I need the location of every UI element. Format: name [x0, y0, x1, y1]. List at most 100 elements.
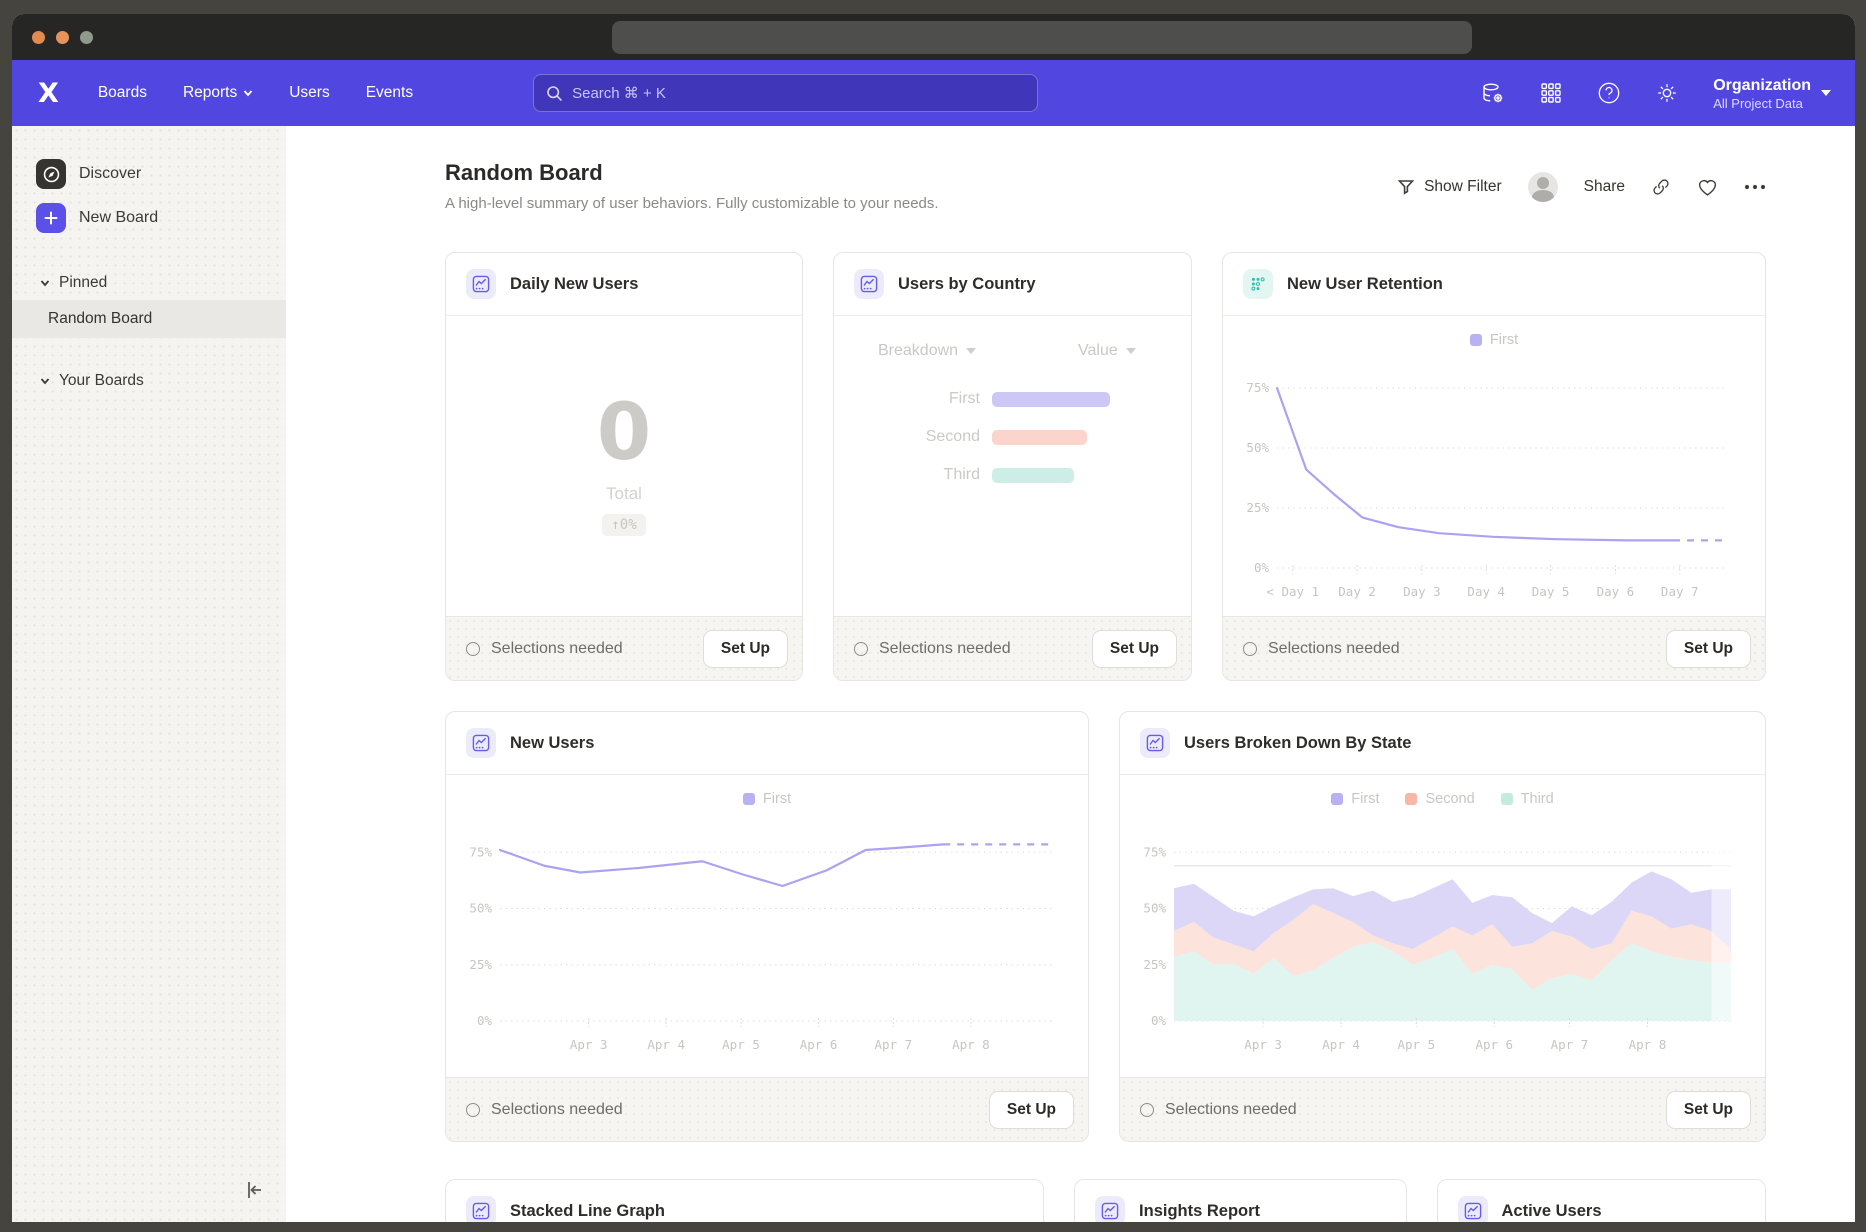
set-up-button[interactable]: Set Up — [989, 1091, 1074, 1129]
sidebar-section-pinned[interactable]: Pinned — [12, 266, 286, 300]
search-input[interactable]: Search ⌘ + K — [533, 74, 1038, 112]
svg-text:25%: 25% — [1246, 500, 1269, 515]
card-title: Active Users — [1502, 1202, 1602, 1221]
set-up-button[interactable]: Set Up — [1666, 1091, 1751, 1129]
link-icon — [1651, 177, 1671, 197]
card-title: Users Broken Down By State — [1184, 734, 1411, 753]
chevron-down-icon — [243, 88, 253, 98]
card-title: Stacked Line Graph — [510, 1202, 665, 1221]
status-circle-icon — [466, 642, 480, 656]
status-text: Selections needed — [491, 1101, 623, 1119]
org-switcher[interactable]: Organization All Project Data — [1713, 76, 1831, 111]
card-title: Users by Country — [898, 275, 1036, 294]
metric-value: 0 — [446, 388, 802, 478]
chart-legend: First — [1223, 316, 1765, 348]
sidebar: Discover New Board Pinned Random Board Y… — [12, 126, 286, 1222]
filter-icon — [1397, 178, 1415, 196]
line-chart-icon — [466, 728, 496, 758]
country-bar-row: Third — [834, 466, 1191, 484]
copy-link-button[interactable] — [1651, 177, 1671, 197]
plus-icon — [36, 203, 66, 233]
chevron-down-icon — [40, 376, 50, 386]
ellipsis-icon — [1744, 184, 1766, 190]
svg-text:< Day 1: < Day 1 — [1266, 584, 1319, 599]
svg-text:Apr 6: Apr 6 — [1475, 1037, 1513, 1052]
status-text: Selections needed — [1268, 640, 1400, 658]
card-active-users: Active Users — [1437, 1179, 1766, 1222]
page-title: Random Board — [445, 160, 939, 186]
chart-legend: First — [446, 775, 1088, 807]
mixpanel-logo[interactable]: X — [38, 78, 58, 109]
svg-text:25%: 25% — [469, 957, 492, 972]
metric-label: Total — [446, 484, 802, 504]
org-name: Organization — [1713, 76, 1811, 96]
show-filter-button[interactable]: Show Filter — [1397, 178, 1502, 196]
svg-text:Day 7: Day 7 — [1661, 584, 1699, 599]
chart-legend: First Second Third — [1120, 775, 1765, 807]
svg-text:Apr 3: Apr 3 — [1244, 1037, 1282, 1052]
search-placeholder: Search ⌘ + K — [572, 84, 666, 102]
svg-text:75%: 75% — [1143, 844, 1166, 859]
svg-text:Apr 8: Apr 8 — [952, 1037, 990, 1052]
window-close-button[interactable] — [32, 31, 45, 44]
svg-text:25%: 25% — [1143, 957, 1166, 972]
svg-text:50%: 50% — [469, 901, 492, 916]
collapse-sidebar-button[interactable] — [242, 1179, 266, 1206]
help-icon[interactable] — [1597, 81, 1621, 105]
page-description: A high-level summary of user behaviors. … — [445, 195, 939, 212]
favorite-button[interactable] — [1697, 177, 1718, 197]
data-settings-icon[interactable] — [1481, 81, 1505, 105]
compass-icon — [36, 159, 66, 189]
more-options-button[interactable] — [1744, 184, 1766, 190]
address-bar[interactable] — [612, 21, 1472, 54]
country-bar-row: First — [834, 390, 1191, 408]
svg-text:50%: 50% — [1143, 901, 1166, 916]
apps-grid-icon[interactable] — [1539, 81, 1563, 105]
org-subtitle: All Project Data — [1713, 96, 1811, 111]
sidebar-section-your-boards[interactable]: Your Boards — [12, 364, 286, 398]
nav-item-users[interactable]: Users — [289, 84, 329, 102]
bar — [992, 468, 1074, 483]
bar-label: Second — [834, 428, 992, 446]
new-users-line-chart: 75%50%25%0%Apr 3Apr 4Apr 5Apr 6Apr 7Apr … — [454, 811, 1066, 1061]
state-stacked-area-chart: 75%50%25%0%Apr 3Apr 4Apr 5Apr 6Apr 7Apr … — [1128, 811, 1743, 1061]
set-up-button[interactable]: Set Up — [1666, 630, 1751, 668]
sidebar-item-discover[interactable]: Discover — [12, 152, 286, 196]
svg-text:Apr 6: Apr 6 — [800, 1037, 838, 1052]
card-insights-report: Insights Report — [1074, 1179, 1406, 1222]
chevron-down-icon — [40, 278, 50, 288]
chevron-down-icon — [966, 348, 976, 354]
svg-text:Day 5: Day 5 — [1532, 584, 1570, 599]
line-chart-icon — [1095, 1196, 1125, 1222]
svg-text:Apr 4: Apr 4 — [1322, 1037, 1360, 1052]
chevron-down-icon — [1821, 90, 1831, 96]
card-users-by-country: Users by Country Breakdown Value — [833, 252, 1192, 681]
search-icon — [546, 85, 563, 102]
svg-text:Apr 5: Apr 5 — [722, 1037, 760, 1052]
avatar[interactable] — [1528, 172, 1558, 202]
nav-item-reports[interactable]: Reports — [183, 84, 253, 102]
line-chart-icon — [466, 1196, 496, 1222]
svg-text:Apr 8: Apr 8 — [1629, 1037, 1667, 1052]
svg-text:Apr 7: Apr 7 — [875, 1037, 913, 1052]
share-button[interactable]: Share — [1584, 178, 1625, 196]
status-text: Selections needed — [491, 640, 623, 658]
bar-label: Third — [834, 466, 992, 484]
card-title: Daily New Users — [510, 275, 638, 294]
settings-gear-icon[interactable] — [1655, 81, 1679, 105]
set-up-button[interactable]: Set Up — [1092, 630, 1177, 668]
set-up-button[interactable]: Set Up — [703, 630, 788, 668]
sidebar-item-new-board[interactable]: New Board — [12, 196, 286, 240]
svg-text:Day 2: Day 2 — [1338, 584, 1376, 599]
window-minimize-button[interactable] — [56, 31, 69, 44]
nav-item-events[interactable]: Events — [366, 84, 413, 102]
line-chart-icon — [1458, 1196, 1488, 1222]
sidebar-item-random-board[interactable]: Random Board — [12, 300, 286, 338]
value-dropdown[interactable]: Value — [1078, 342, 1136, 360]
card-title: New User Retention — [1287, 275, 1443, 294]
svg-text:Day 6: Day 6 — [1597, 584, 1635, 599]
breakdown-dropdown[interactable]: Breakdown — [878, 342, 976, 360]
nav-item-boards[interactable]: Boards — [98, 84, 147, 102]
status-circle-icon — [1140, 1103, 1154, 1117]
window-zoom-button[interactable] — [80, 31, 93, 44]
